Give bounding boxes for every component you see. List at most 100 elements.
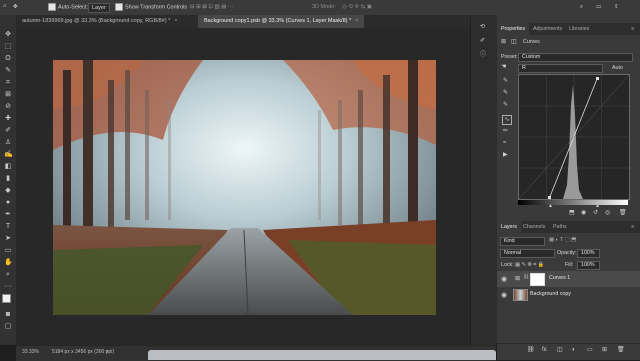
lasso-tool-icon[interactable]: ʘ [4, 55, 12, 63]
shape-tool-icon[interactable]: ▭ [4, 247, 12, 255]
pencil-draw-icon[interactable]: ✏ [503, 127, 508, 135]
close-icon[interactable]: × [174, 18, 177, 24]
tab-adjustments[interactable]: Adjustments [533, 23, 562, 35]
delete-icon[interactable]: 🗑 [619, 209, 627, 217]
search-icon[interactable]: ⌕ [580, 3, 583, 12]
eyedropper-tool-icon[interactable]: ⊘ [4, 103, 12, 111]
foreground-color-swatch[interactable] [2, 294, 11, 303]
panel-menu-icon[interactable]: ≡ [631, 23, 634, 35]
link-icon[interactable]: ⛓ [523, 274, 529, 280]
tab-properties[interactable]: Properties [497, 23, 530, 35]
view-previous-icon[interactable]: ◉ [581, 209, 586, 217]
tab-layers[interactable]: Layers [497, 221, 521, 233]
fill-field[interactable]: 100% [577, 261, 600, 270]
blur-tool-icon[interactable]: ◆ [4, 187, 12, 195]
document-tabs: autumn-1839969.jpg @ 33.3% (Background c… [16, 15, 470, 28]
type-tool-icon[interactable]: T [4, 223, 12, 231]
workspace-icon[interactable]: ▭ [596, 3, 601, 12]
dodge-tool-icon[interactable]: ● [4, 199, 12, 207]
options-bar: ⌂ ✥ Auto-Select: Layer Show Transform Co… [0, 0, 640, 16]
clip-to-layer-icon[interactable]: ⬒ [569, 209, 575, 217]
more-tools-icon[interactable]: ··· [4, 283, 12, 291]
status-arrow-icon[interactable]: › [106, 349, 108, 355]
3d-mode-icons[interactable]: ◎ ⟲ ✣ ⇆ ▣ [342, 3, 372, 12]
tab-autumn[interactable]: autumn-1839969.jpg @ 33.3% (Background c… [16, 15, 183, 28]
history-panel-icon[interactable]: ⟲ [480, 23, 485, 31]
tab-background-copy[interactable]: Background copy1.psb @ 33.3% (Curves 1, … [198, 15, 365, 28]
tab-paths[interactable]: Paths [553, 221, 567, 233]
layer-name[interactable]: Curves 1 [549, 275, 570, 281]
opacity-field[interactable]: 100% [577, 249, 600, 258]
crop-tool-icon[interactable]: ⌗ [4, 79, 12, 87]
close-icon[interactable]: × [355, 18, 358, 24]
visibility-eye-icon[interactable]: ◉ [501, 291, 507, 299]
gradient-tool-icon[interactable]: ▮ [4, 175, 12, 183]
auto-select-label: Auto-Select: [58, 4, 88, 11]
eraser-tool-icon[interactable]: ◧ [4, 163, 12, 171]
black-point-slider[interactable]: ▲ [548, 202, 553, 210]
lock-label: Lock: [501, 262, 514, 268]
auto-select-dropdown[interactable]: Layer [88, 3, 110, 13]
visibility-icon[interactable]: ◎ [605, 209, 610, 217]
auto-button[interactable]: Auto [612, 65, 623, 71]
delete-layer-icon[interactable]: 🗑 [617, 346, 625, 354]
healing-brush-icon[interactable]: ✚ [4, 115, 12, 123]
preset-dropdown[interactable]: Custom [518, 53, 633, 62]
show-transform-controls-checkbox[interactable]: Show Transform Controls [115, 3, 187, 12]
fx-icon[interactable]: fx [542, 346, 547, 354]
quick-mask-icon[interactable]: ◙ [4, 311, 12, 319]
align-icons[interactable]: ⊟ ⊞ ⊠ ⊡ ▥ ▤ ··· [190, 3, 234, 12]
new-layer-icon[interactable]: ⊞ [602, 346, 607, 354]
share-icon[interactable]: ⇪ [614, 3, 619, 12]
clipping-warning-icon[interactable]: ▶ [503, 151, 508, 159]
curve-edit-points-icon[interactable]: ∿ [502, 115, 512, 125]
new-group-icon[interactable]: ▭ [587, 346, 593, 354]
layer-filter-dropdown[interactable]: Kind [500, 237, 545, 246]
document-canvas[interactable] [53, 60, 436, 315]
link-layers-icon[interactable]: ⛓ [527, 346, 535, 354]
brush-tool-icon[interactable]: ✐ [4, 127, 12, 135]
filter-icons[interactable]: ▦ ◐ T ⬚ ⬒ [549, 237, 576, 243]
zoom-tool-icon[interactable]: ⌕ [4, 271, 12, 279]
eyedropper-white-icon[interactable]: ✎ [503, 101, 508, 109]
zoom-level[interactable]: 33.33% [22, 349, 39, 355]
quick-select-tool-icon[interactable]: ✎ [4, 67, 12, 75]
layer-row-background-copy[interactable]: ◉ Background copy [497, 287, 640, 303]
panel-menu-icon[interactable]: ≡ [631, 221, 634, 233]
history-brush-icon[interactable]: ✍ [4, 151, 13, 159]
curves-graph[interactable] [518, 74, 630, 200]
home-icon[interactable]: ⌂ [3, 2, 6, 11]
new-adjustment-icon[interactable]: ◐ [572, 346, 576, 354]
info-panel-icon[interactable]: ⓘ [480, 51, 486, 59]
lock-icons[interactable]: ▦ ✎ ✥ ⌗ 🔒 [515, 262, 544, 269]
pen-tool-icon[interactable]: ✒ [4, 211, 12, 219]
hand-target-icon[interactable]: ☚ [501, 63, 506, 71]
screen-mode-icon[interactable]: ▢ [4, 323, 12, 331]
reset-icon[interactable]: ↺ [593, 209, 598, 217]
layer-thumbnail [513, 289, 528, 301]
eyedropper-gray-icon[interactable]: ✎ [503, 89, 508, 97]
layers-tabs: Layers Channels Paths ≡ [497, 221, 640, 233]
channel-dropdown[interactable]: R [518, 64, 603, 73]
frame-tool-icon[interactable]: ⊠ [4, 91, 12, 99]
smooth-icon[interactable]: ≈ [503, 139, 506, 147]
add-mask-icon[interactable]: ◫ [557, 346, 563, 354]
clone-stamp-icon[interactable]: ♙ [4, 139, 12, 147]
visibility-eye-icon[interactable]: ◉ [501, 275, 507, 283]
tab-libraries[interactable]: Libraries [569, 23, 589, 35]
hand-tool-icon[interactable]: ✋ [4, 259, 13, 267]
marquee-tool-icon[interactable]: ⬚ [4, 43, 12, 51]
move-tool-icon[interactable]: ✥ [13, 3, 18, 12]
tab-channels[interactable]: Channels [523, 221, 545, 233]
blend-mode-dropdown[interactable]: Normal [500, 249, 555, 258]
layer-name[interactable]: Background copy [530, 291, 571, 297]
eyedropper-black-icon[interactable]: ✎ [503, 77, 508, 85]
auto-select-checkbox[interactable]: Auto-Select: [48, 3, 88, 12]
brush-settings-icon[interactable]: ✐ [480, 37, 485, 45]
layer-mask-thumbnail[interactable] [530, 273, 545, 286]
move-tool-icon[interactable]: ✥ [4, 31, 12, 39]
opacity-label: Opacity: [557, 250, 577, 256]
path-select-icon[interactable]: ➤ [4, 235, 12, 243]
layer-row-curves[interactable]: ◉ ⊠ ⛓ Curves 1 [497, 271, 640, 287]
mask-icon[interactable]: ◫ [511, 38, 517, 46]
